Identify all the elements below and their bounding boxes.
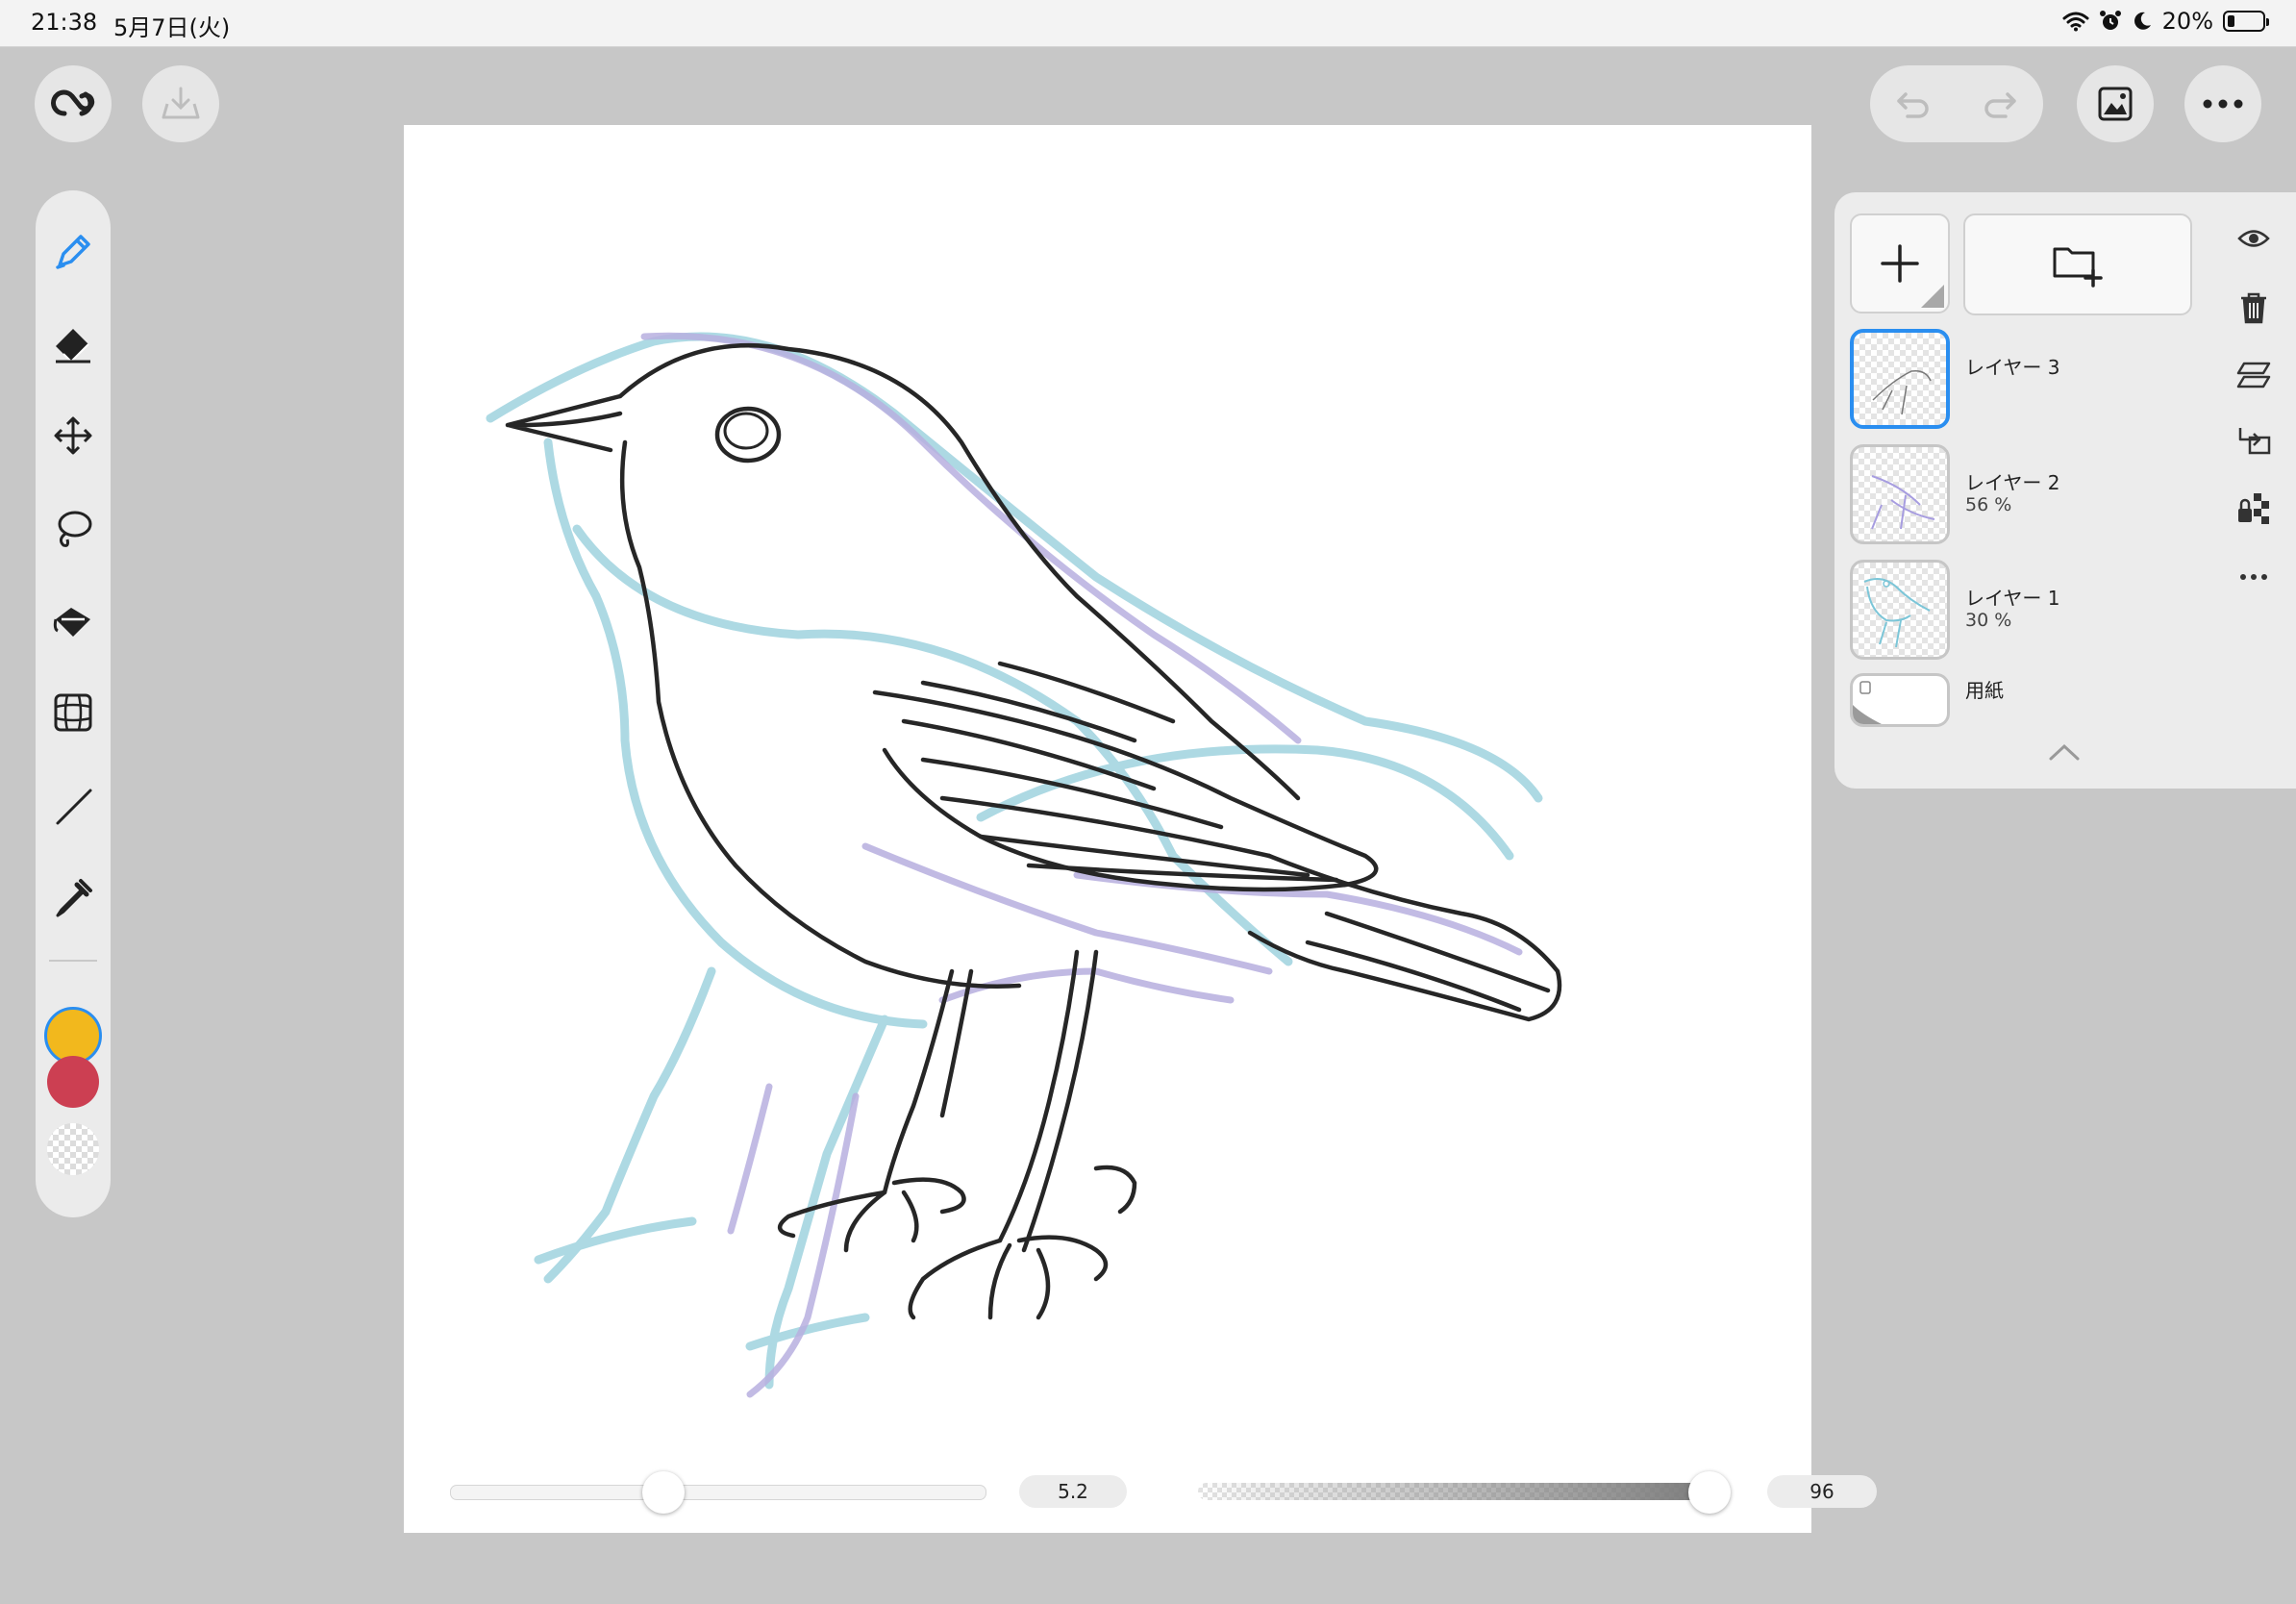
- tool-sidebar: [36, 190, 111, 1217]
- layer-1-opacity: 30 %: [1965, 610, 2012, 631]
- status-indicators: 20%: [2062, 8, 2269, 35]
- layer-2-opacity: 56 %: [1965, 494, 2012, 515]
- move-icon: [54, 416, 92, 455]
- visibility-toggle[interactable]: [2234, 219, 2273, 258]
- export-button[interactable]: [142, 65, 219, 142]
- more-horizontal-icon: [2240, 574, 2267, 580]
- opacity-knob[interactable]: [1688, 1471, 1731, 1514]
- undo-icon[interactable]: [1894, 87, 1933, 121]
- brush-tool[interactable]: [44, 223, 102, 281]
- layer-type-corner-icon: [1921, 285, 1944, 308]
- eyedropper-tool[interactable]: [44, 869, 102, 927]
- toolbar-divider: [49, 960, 97, 962]
- folder-plus-icon: [2053, 247, 2103, 288]
- alarm-icon: [2099, 11, 2121, 30]
- eraser-icon: [56, 329, 90, 363]
- line-icon: [56, 789, 92, 825]
- opacity-slider[interactable]: [1198, 1483, 1729, 1500]
- brush-size-slider[interactable]: [450, 1485, 986, 1500]
- redo-icon[interactable]: [1981, 87, 2019, 121]
- more-icon: [2203, 99, 2243, 109]
- brush-size-value: 5.2: [1019, 1475, 1127, 1508]
- brush-icon: [56, 235, 90, 269]
- fill-tool[interactable]: [44, 592, 102, 650]
- battery-percent: 20%: [2161, 8, 2213, 35]
- line-tool[interactable]: [44, 777, 102, 835]
- layer-3-thumbnail[interactable]: [1850, 329, 1950, 429]
- layer-more-button[interactable]: [2234, 558, 2273, 596]
- layers-panel: レイヤー 3 レイヤー 2 56 % レイヤー 1 30 % 用紙: [1834, 192, 2296, 789]
- collapse-chevron-icon[interactable]: [2048, 742, 2081, 762]
- lock-transparency-button[interactable]: [2234, 489, 2273, 527]
- paper-thumbnail[interactable]: [1850, 673, 1950, 727]
- undo-redo-group: [1870, 65, 2043, 142]
- fill-icon: [53, 608, 90, 637]
- layer-2-thumbnail[interactable]: [1850, 444, 1950, 544]
- layer-3-name[interactable]: レイヤー 3: [1965, 352, 2059, 380]
- plus-icon: [1881, 244, 1919, 283]
- secondary-color-swatch[interactable]: [47, 1056, 99, 1108]
- move-tool[interactable]: [44, 407, 102, 464]
- creative-cloud-icon: [51, 89, 95, 116]
- lasso-tool[interactable]: [44, 499, 102, 557]
- layer-2-preview: [1871, 475, 1935, 530]
- status-date: 5月7日(火): [113, 14, 231, 41]
- drawing-canvas[interactable]: [404, 125, 1811, 1533]
- lasso-icon: [58, 511, 92, 547]
- opacity-value: 96: [1767, 1475, 1877, 1508]
- more-options-button[interactable]: [2184, 65, 2261, 142]
- clipping-mask-icon: [2238, 428, 2271, 455]
- brush-size-knob[interactable]: [642, 1471, 685, 1514]
- transparent-color-swatch[interactable]: [47, 1123, 99, 1175]
- merge-layers-button[interactable]: [2234, 356, 2273, 394]
- perspective-grid-icon: [54, 693, 92, 732]
- paper-layer-name[interactable]: 用紙: [1965, 675, 2004, 703]
- status-time: 21:38: [31, 9, 98, 36]
- battery-icon: [2223, 11, 2269, 32]
- eraser-tool[interactable]: [44, 315, 102, 373]
- clipping-mask-button[interactable]: [2234, 421, 2273, 460]
- status-bar: 21:38 5月7日(火) 20%: [0, 0, 2296, 47]
- export-icon: [162, 87, 200, 119]
- perspective-grid-tool[interactable]: [44, 684, 102, 741]
- trash-icon: [2241, 292, 2266, 324]
- gallery-button[interactable]: [2077, 65, 2154, 142]
- bird-sketch: [486, 332, 1562, 1398]
- paper-preview: [1853, 681, 1882, 724]
- layer-2-name[interactable]: レイヤー 2: [1965, 467, 2059, 495]
- layer-1-name[interactable]: レイヤー 1: [1965, 583, 2059, 611]
- layer-1-preview: [1863, 577, 1931, 648]
- merge-layers-icon: [2236, 362, 2271, 388]
- add-layer-button[interactable]: [1850, 213, 1950, 313]
- gallery-icon: [2098, 87, 2133, 121]
- eyedropper-icon: [56, 879, 92, 917]
- moon-icon: [2134, 12, 2151, 30]
- layer-3-preview: [1872, 369, 1932, 415]
- layer-1-thumbnail[interactable]: [1850, 560, 1950, 660]
- eye-icon: [2237, 230, 2270, 247]
- lock-transparency-icon: [2238, 493, 2269, 524]
- add-group-button[interactable]: [1963, 213, 2192, 315]
- creative-cloud-button[interactable]: [35, 65, 112, 142]
- delete-layer-button[interactable]: [2234, 288, 2273, 327]
- wifi-icon: [2062, 12, 2089, 32]
